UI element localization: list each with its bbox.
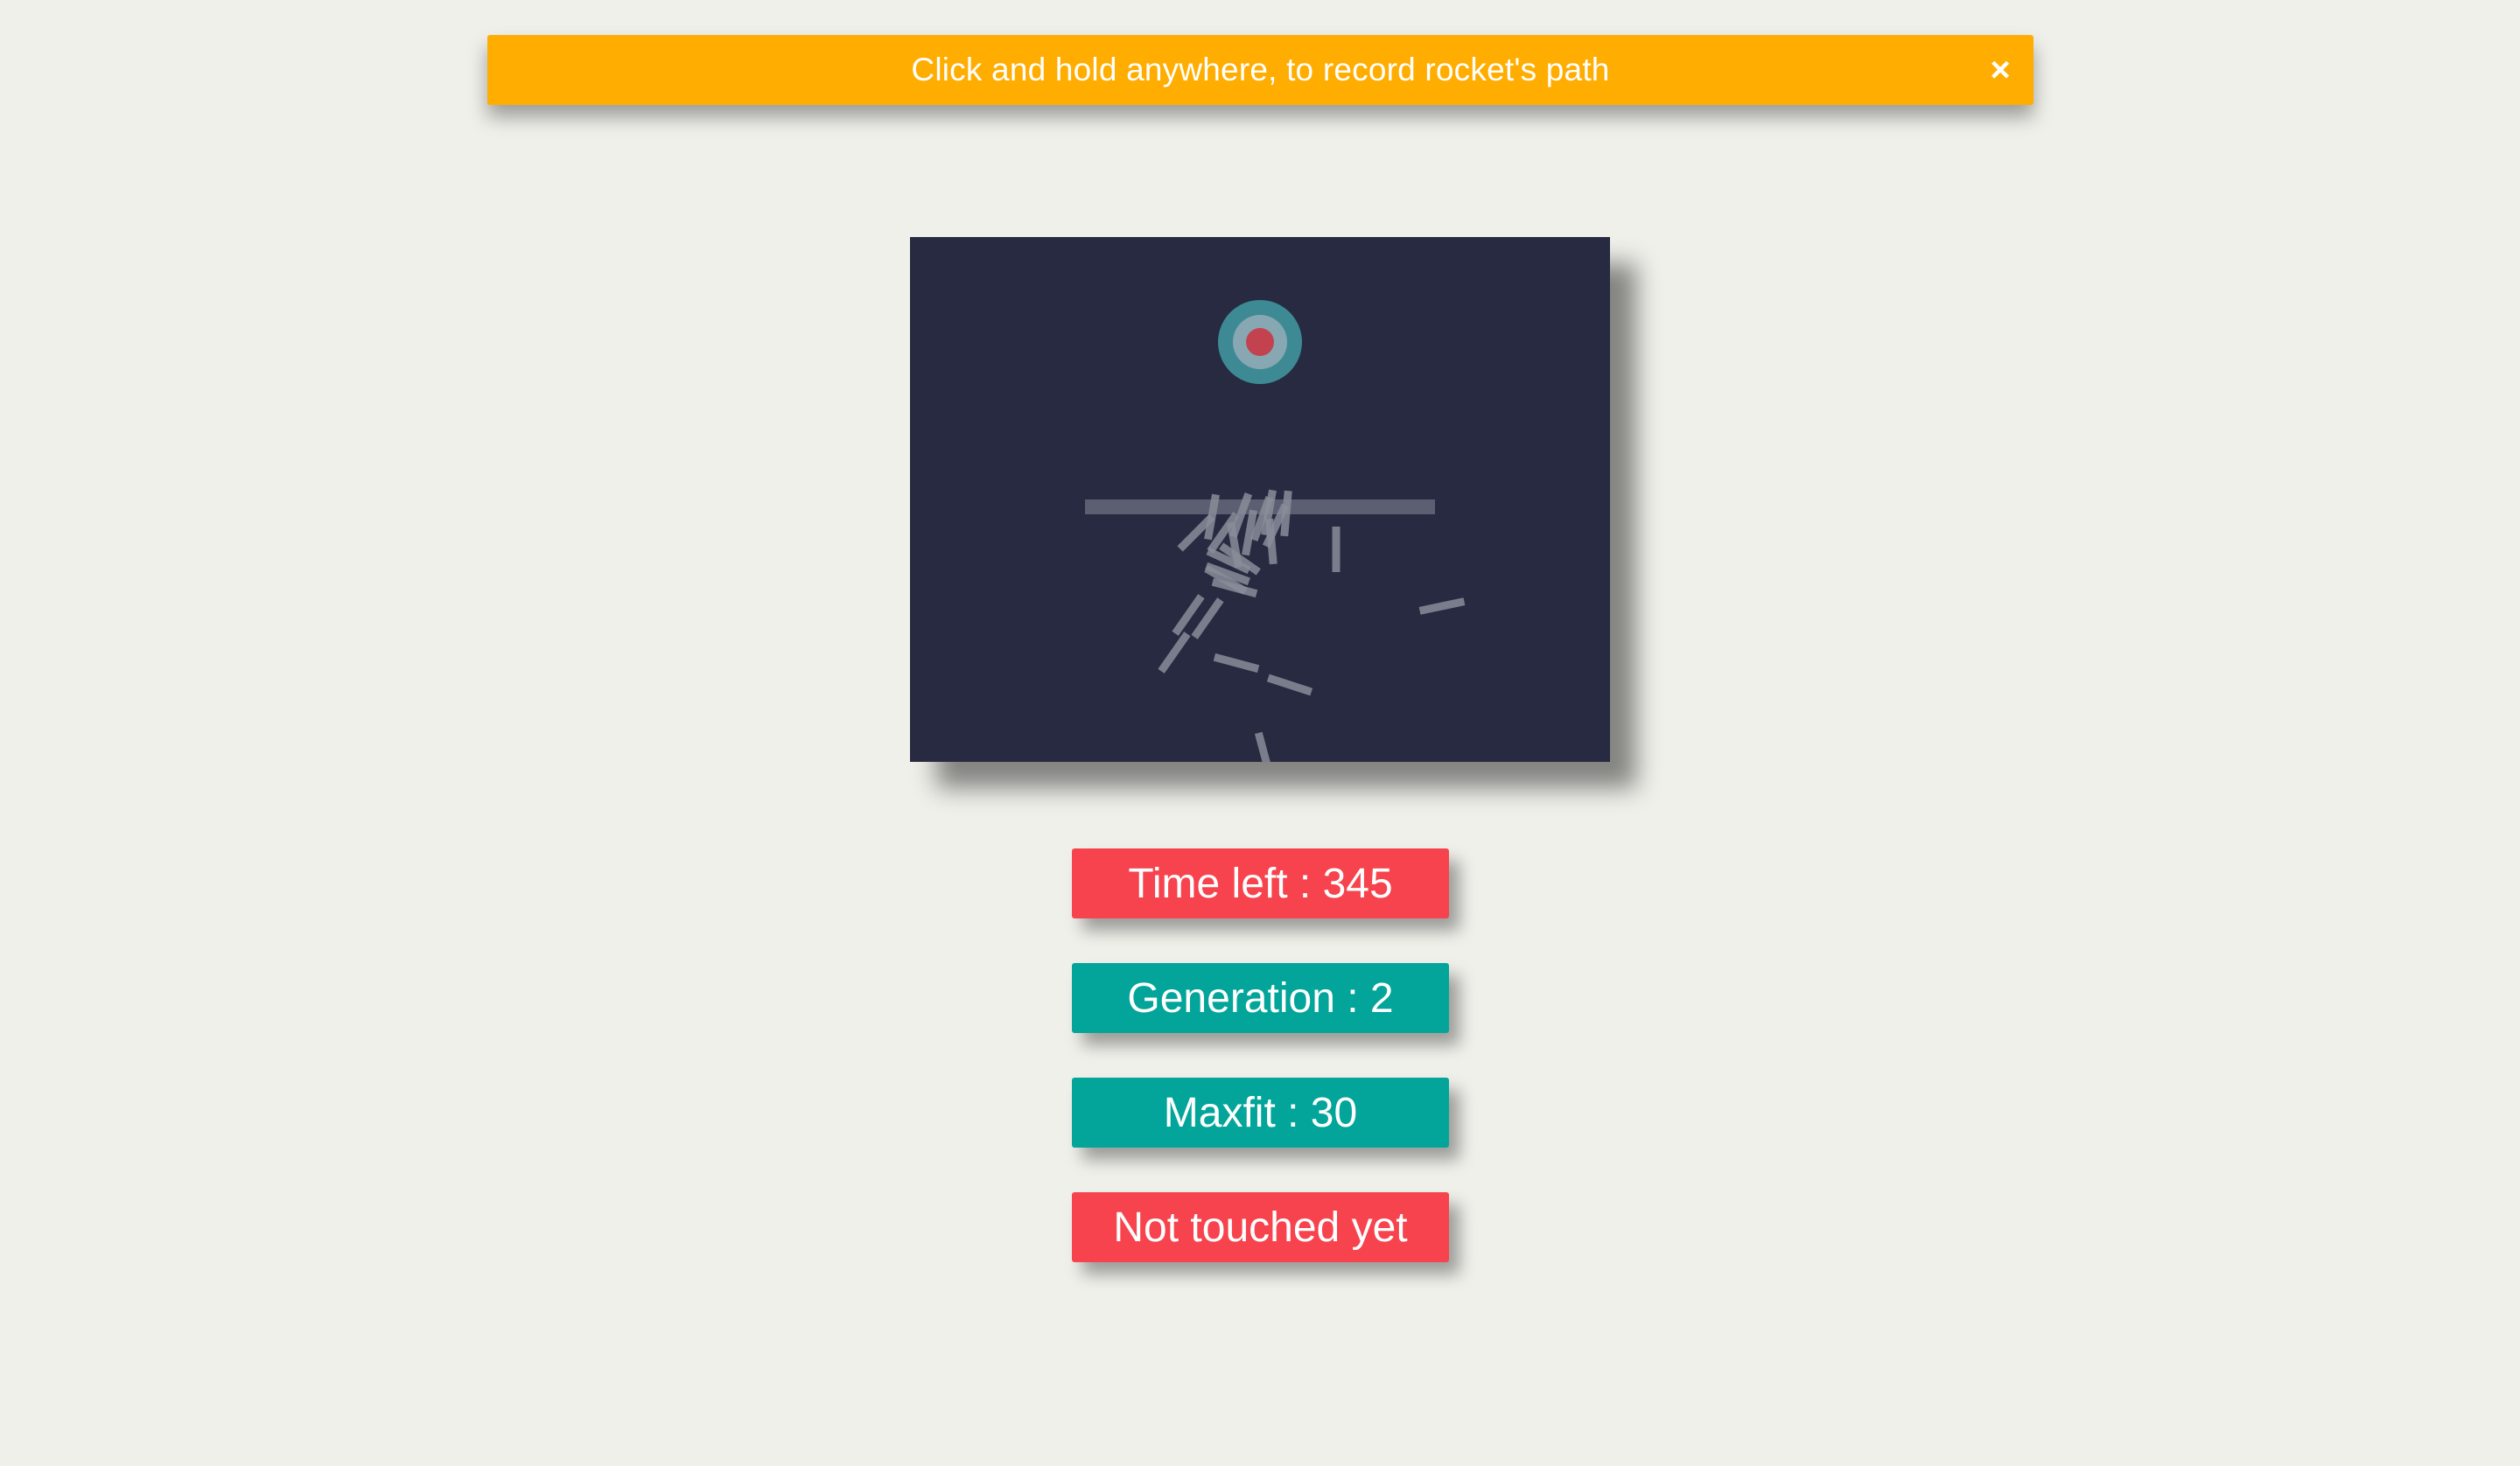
time-left-badge: Time left : 345 [1072,848,1449,918]
simulation-svg[interactable] [910,237,1610,762]
rocket [1418,597,1466,615]
banner-message: Click and hold anywhere, to record rocke… [911,52,1610,87]
touch-status-badge: Not touched yet [1072,1192,1449,1262]
maxfit-badge: Maxfit : 30 [1072,1078,1449,1148]
target [1218,300,1302,384]
target-center [1246,328,1274,356]
instruction-banner: Click and hold anywhere, to record rocke… [487,35,2034,105]
rocket [1213,653,1260,674]
simulation-canvas[interactable] [910,237,1610,762]
rocket-swarm [1158,489,1466,762]
rocket [1332,527,1340,572]
close-icon[interactable]: × [1983,52,2018,87]
rocket [1158,632,1191,674]
rocket [1266,674,1313,696]
generation-badge: Generation : 2 [1072,963,1449,1033]
rocket [1254,731,1275,762]
